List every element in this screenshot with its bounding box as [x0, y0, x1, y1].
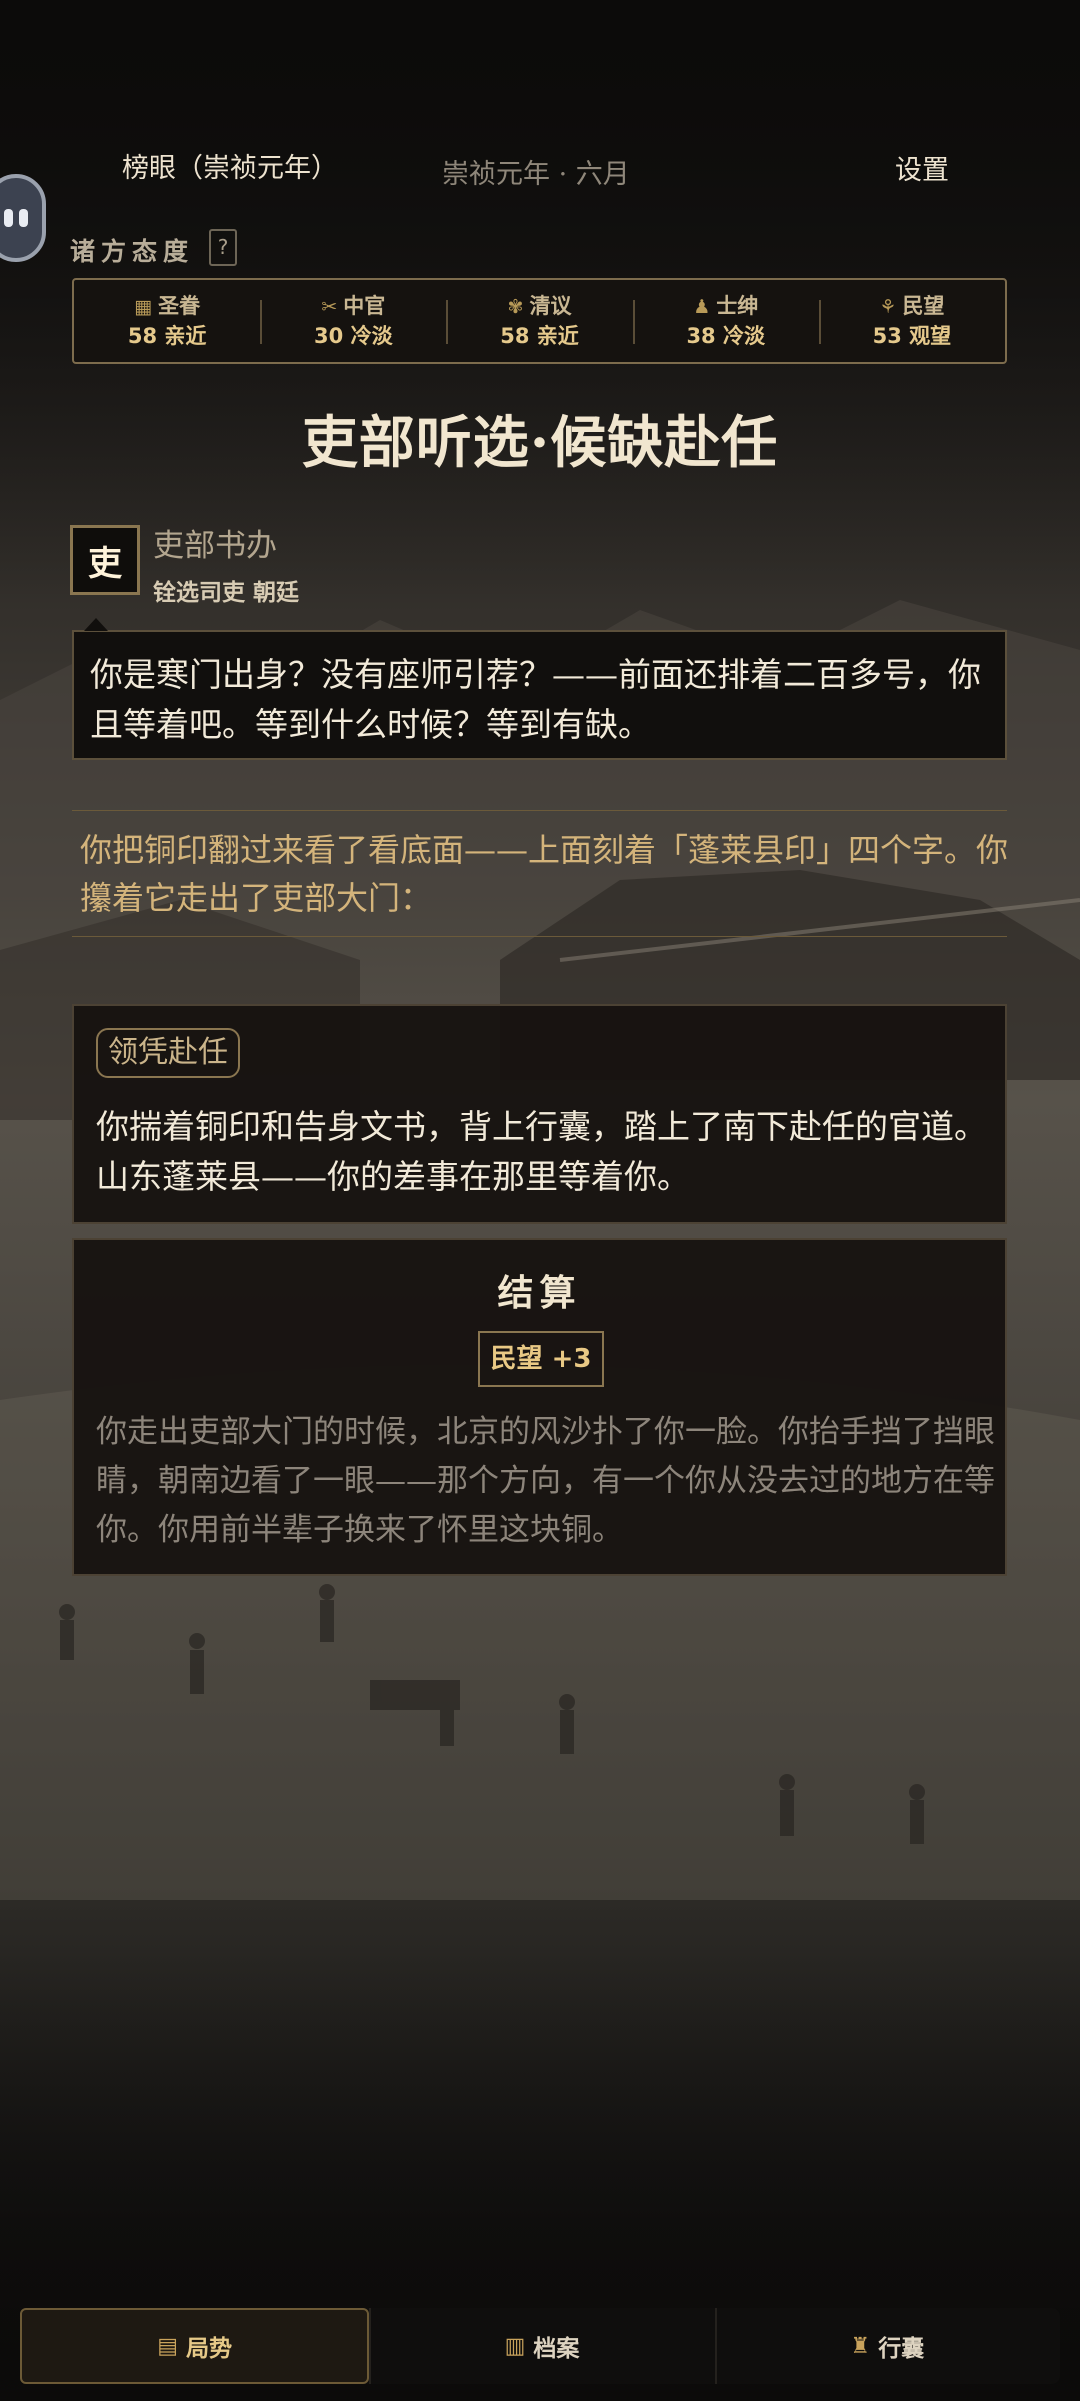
nav-tab-archive[interactable]: ▥ 档案	[369, 2308, 714, 2384]
feather-icon: ✾	[507, 296, 524, 318]
choice-tag: 领凭赴任	[96, 1028, 240, 1078]
speaker-role: 铨选司吏 朝廷	[153, 580, 300, 606]
nav-tab-situation[interactable]: ▤ 局势	[20, 2308, 370, 2384]
attitude-eunuchs[interactable]: ✂ 中官 30 冷淡	[260, 292, 446, 350]
attitude-value: 53 观望	[872, 324, 952, 348]
gentry-icon: ♟	[693, 296, 711, 318]
attitude-people[interactable]: ⚘ 民望 53 观望	[818, 292, 1005, 350]
choice-text: 你揣着铜印和告身文书，背上行囊，踏上了南下赴任的官道。山东蓬莱县——你的差事在那…	[96, 1107, 987, 1196]
event-title: 吏部听选·候缺赴任	[301, 410, 779, 476]
result-effect-badge: 民望 +3	[478, 1331, 604, 1387]
archive-icon: ▥	[504, 2333, 526, 2359]
choice-card[interactable]: 领凭赴任 你揣着铜印和告身文书，背上行囊，踏上了南下赴任的官道。山东蓬莱县——你…	[72, 1004, 1007, 1224]
bottom-nav: ▤ 局势 ▥ 档案 ♜ 行囊	[20, 2308, 1060, 2384]
scroll-icon: ▦	[134, 296, 153, 318]
attitude-public-opinion[interactable]: ✾ 清议 58 亲近	[446, 292, 632, 350]
attitudes-panel: ▦ 圣眷 58 亲近 ✂ 中官 30 冷淡 ✾ 清议 58 亲近 ♟ 士绅 38 冷淡 …	[72, 278, 1007, 364]
attitude-value: 30 冷淡	[314, 324, 393, 348]
floating-assistant-button[interactable]	[0, 174, 46, 262]
speaker-name: 吏部书办	[153, 528, 277, 564]
result-text: 你走出吏部大门的时候，北京的风沙扑了你一脸。你抬手挡了挡眼睛，朝南边看了一眼——…	[96, 1414, 995, 1548]
people-icon: ⚘	[879, 296, 897, 318]
game-date: 崇祯元年 · 六月	[442, 159, 630, 190]
narration-text: 你把铜印翻过来看了看底面——上面刻着「蓬莱县印」四个字。你攥着它走出了吏部大门：	[80, 831, 1009, 917]
divider	[72, 810, 1007, 811]
speaker-badge: 吏	[70, 525, 140, 595]
career-title: 榜眼（崇祯元年）	[122, 153, 338, 184]
result-card: 结算 民望 +3 你走出吏部大门的时候，北京的风沙扑了你一脸。你抬手挡了挡眼睛，…	[72, 1238, 1007, 1576]
settings-button[interactable]: 设置	[895, 148, 949, 187]
pause-bar-icon	[4, 209, 13, 227]
eunuch-icon: ✂	[321, 296, 338, 318]
pause-bar-icon	[19, 209, 28, 227]
nav-tab-label: 行囊	[878, 2336, 925, 2362]
bag-icon: ♜	[850, 2333, 871, 2359]
attitudes-help-button[interactable]: ?	[209, 229, 237, 266]
attitude-value: 58 亲近	[500, 324, 579, 348]
speech-bubble: 你是寒门出身？没有座师引荐？——前面还排着二百多号，你且等着吧。等到什么时候？等…	[72, 618, 1007, 760]
attitude-gentry[interactable]: ♟ 士绅 38 冷淡	[632, 292, 819, 350]
attitude-value: 38 冷淡	[686, 324, 765, 348]
attitude-name: 士绅	[716, 294, 759, 318]
attitude-name: 圣眷	[158, 294, 201, 318]
situation-icon: ▤	[157, 2333, 179, 2359]
attitude-imperial-favor[interactable]: ▦ 圣眷 58 亲近	[74, 292, 260, 350]
nav-tab-label: 局势	[186, 2336, 233, 2362]
divider	[72, 936, 1007, 937]
attitude-name: 民望	[902, 294, 945, 318]
attitude-value: 58 亲近	[127, 324, 207, 348]
attitude-name: 清议	[529, 294, 572, 318]
nav-tab-label: 档案	[533, 2336, 580, 2362]
nav-tab-bag[interactable]: ♜ 行囊	[714, 2308, 1060, 2384]
result-title: 结算	[497, 1272, 582, 1314]
attitudes-label: 诸方态度	[70, 237, 195, 266]
attitude-name: 中官	[343, 294, 386, 318]
